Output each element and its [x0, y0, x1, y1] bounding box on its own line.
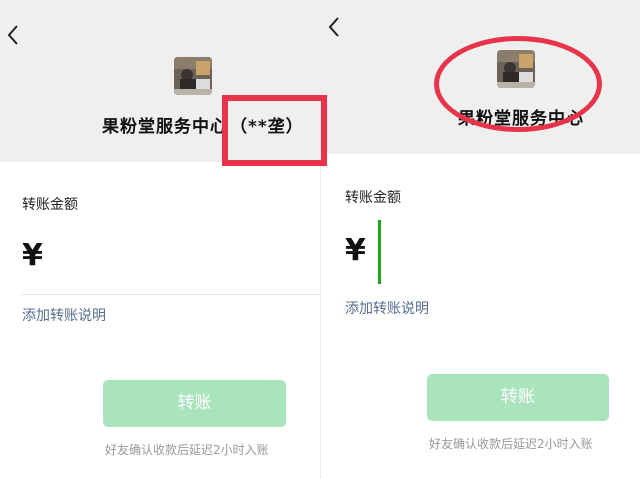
- amount-input[interactable]: [60, 240, 300, 280]
- currency-symbol: ¥: [345, 233, 366, 268]
- input-caret: [378, 220, 381, 284]
- arrival-delay-note: 好友确认收款后延迟2小时入账: [105, 443, 269, 457]
- arrival-delay-note: 好友确认收款后延迟2小时入账: [429, 437, 593, 451]
- comparison-screenshot: 果粉堂服务中心 （**垄） 转账金额 ¥ 添加转账说明 转账 好友确认收款后延迟2…: [0, 0, 640, 479]
- amount-divider: [22, 294, 320, 295]
- merchant-display-name: 果粉堂服务中心: [102, 117, 228, 137]
- currency-symbol: ¥: [22, 238, 43, 273]
- merchant-avatar: [174, 57, 212, 95]
- amount-input[interactable]: [383, 225, 613, 277]
- transfer-button[interactable]: 转账: [103, 380, 286, 427]
- amount-label: 转账金额: [345, 190, 401, 206]
- red-highlight-ellipse: [434, 36, 602, 132]
- left-transfer-screen: 果粉堂服务中心 （**垄） 转账金额 ¥ 添加转账说明 转账 好友确认收款后延迟2…: [0, 0, 320, 479]
- transfer-button[interactable]: 转账: [427, 374, 609, 421]
- back-chevron-icon[interactable]: [325, 15, 345, 39]
- back-chevron-icon[interactable]: [4, 23, 24, 47]
- red-highlight-rectangle: [222, 95, 327, 166]
- add-transfer-note-link[interactable]: 添加转账说明: [22, 305, 106, 325]
- amount-label: 转账金额: [22, 197, 78, 213]
- add-transfer-note-link[interactable]: 添加转账说明: [345, 298, 429, 318]
